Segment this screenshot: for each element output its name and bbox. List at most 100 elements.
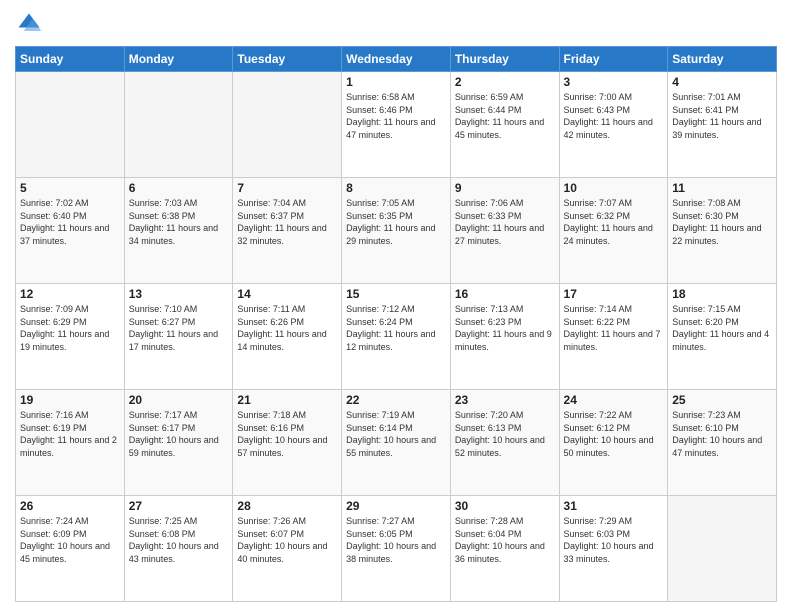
day-number: 8 [346, 181, 446, 195]
day-info: Sunrise: 7:09 AMSunset: 6:29 PMDaylight:… [20, 303, 120, 353]
day-info: Sunrise: 7:01 AMSunset: 6:41 PMDaylight:… [672, 91, 772, 141]
calendar-cell: 30 Sunrise: 7:28 AMSunset: 6:04 PMDayligh… [450, 496, 559, 602]
day-number: 31 [564, 499, 664, 513]
day-info: Sunrise: 6:58 AMSunset: 6:46 PMDaylight:… [346, 91, 446, 141]
calendar-cell: 17Sunrise: 7:14 AMSunset: 6:22 PMDayligh… [559, 284, 668, 390]
calendar-cell: 18 Sunrise: 7:15 AMSunset: 6:20 PMDayligh… [668, 284, 777, 390]
day-info: Sunrise: 7:02 AMSunset: 6:40 PMDaylight:… [20, 197, 120, 247]
logo [15, 10, 45, 38]
day-number: 22 [346, 393, 446, 407]
day-number: 5 [20, 181, 120, 195]
day-info: Sunrise: 7:08 AMSunset: 6:30 PMDaylight:… [672, 197, 772, 247]
day-number: 25 [672, 393, 772, 407]
calendar-cell: 11 Sunrise: 7:08 AMSunset: 6:30 PMDayligh… [668, 178, 777, 284]
day-info: Sunrise: 7:18 AMSunset: 6:16 PMDaylight:… [237, 409, 337, 459]
day-number: 27 [129, 499, 229, 513]
calendar-cell [124, 72, 233, 178]
day-number: 9 [455, 181, 555, 195]
day-number: 26 [20, 499, 120, 513]
calendar-cell: 10 Sunrise: 7:07 AMSunset: 6:32 PMDayligh… [559, 178, 668, 284]
day-number: 19 [20, 393, 120, 407]
day-info: Sunrise: 7:17 AMSunset: 6:17 PMDaylight:… [129, 409, 229, 459]
day-info: Sunrise: 7:07 AMSunset: 6:32 PMDaylight:… [564, 197, 664, 247]
calendar-cell: 1 Sunrise: 6:58 AMSunset: 6:46 PMDaylight… [342, 72, 451, 178]
calendar-week-3: 19 Sunrise: 7:16 AMSunset: 6:19 PMDayligh… [16, 390, 777, 496]
calendar-cell [16, 72, 125, 178]
day-header-tuesday: Tuesday [233, 47, 342, 72]
calendar-cell: 12Sunrise: 7:09 AMSunset: 6:29 PMDayligh… [16, 284, 125, 390]
day-info: Sunrise: 7:29 AMSunset: 6:03 PMDaylight:… [564, 515, 664, 565]
day-info: Sunrise: 7:11 AMSunset: 6:26 PMDaylight:… [237, 303, 337, 353]
day-info: Sunrise: 7:04 AMSunset: 6:37 PMDaylight:… [237, 197, 337, 247]
day-number: 23 [455, 393, 555, 407]
day-info: Sunrise: 7:19 AMSunset: 6:14 PMDaylight:… [346, 409, 446, 459]
calendar-cell: 27 Sunrise: 7:25 AMSunset: 6:08 PMDayligh… [124, 496, 233, 602]
day-info: Sunrise: 7:15 AMSunset: 6:20 PMDaylight:… [672, 303, 772, 353]
day-info: Sunrise: 7:05 AMSunset: 6:35 PMDaylight:… [346, 197, 446, 247]
calendar-cell: 5 Sunrise: 7:02 AMSunset: 6:40 PMDaylight… [16, 178, 125, 284]
day-info: Sunrise: 7:27 AMSunset: 6:05 PMDaylight:… [346, 515, 446, 565]
day-info: Sunrise: 7:03 AMSunset: 6:38 PMDaylight:… [129, 197, 229, 247]
calendar-cell: 21 Sunrise: 7:18 AMSunset: 6:16 PMDayligh… [233, 390, 342, 496]
day-number: 24 [564, 393, 664, 407]
day-info: Sunrise: 6:59 AMSunset: 6:44 PMDaylight:… [455, 91, 555, 141]
day-number: 10 [564, 181, 664, 195]
day-number: 11 [672, 181, 772, 195]
day-number: 16 [455, 287, 555, 301]
day-number: 20 [129, 393, 229, 407]
day-info: Sunrise: 7:22 AMSunset: 6:12 PMDaylight:… [564, 409, 664, 459]
day-info: Sunrise: 7:14 AMSunset: 6:22 PMDaylight:… [564, 303, 664, 353]
calendar-cell [668, 496, 777, 602]
calendar-cell: 8 Sunrise: 7:05 AMSunset: 6:35 PMDaylight… [342, 178, 451, 284]
calendar-header-row: SundayMondayTuesdayWednesdayThursdayFrid… [16, 47, 777, 72]
calendar-cell: 24 Sunrise: 7:22 AMSunset: 6:12 PMDayligh… [559, 390, 668, 496]
day-info: Sunrise: 7:20 AMSunset: 6:13 PMDaylight:… [455, 409, 555, 459]
calendar-cell: 16 Sunrise: 7:13 AMSunset: 6:23 PMDayligh… [450, 284, 559, 390]
calendar-cell: 26Sunrise: 7:24 AMSunset: 6:09 PMDayligh… [16, 496, 125, 602]
calendar-cell: 3 Sunrise: 7:00 AMSunset: 6:43 PMDaylight… [559, 72, 668, 178]
day-number: 21 [237, 393, 337, 407]
day-number: 2 [455, 75, 555, 89]
day-number: 4 [672, 75, 772, 89]
calendar-cell: 25 Sunrise: 7:23 AMSunset: 6:10 PMDayligh… [668, 390, 777, 496]
calendar-cell: 9 Sunrise: 7:06 AMSunset: 6:33 PMDaylight… [450, 178, 559, 284]
calendar-week-0: 1 Sunrise: 6:58 AMSunset: 6:46 PMDaylight… [16, 72, 777, 178]
day-number: 6 [129, 181, 229, 195]
day-info: Sunrise: 7:12 AMSunset: 6:24 PMDaylight:… [346, 303, 446, 353]
day-header-sunday: Sunday [16, 47, 125, 72]
calendar-cell: 20 Sunrise: 7:17 AMSunset: 6:17 PMDayligh… [124, 390, 233, 496]
day-info: Sunrise: 7:16 AMSunset: 6:19 PMDaylight:… [20, 409, 120, 459]
calendar-cell: 7 Sunrise: 7:04 AMSunset: 6:37 PMDaylight… [233, 178, 342, 284]
day-info: Sunrise: 7:23 AMSunset: 6:10 PMDaylight:… [672, 409, 772, 459]
calendar-cell: 15 Sunrise: 7:12 AMSunset: 6:24 PMDayligh… [342, 284, 451, 390]
day-number: 30 [455, 499, 555, 513]
calendar-cell: 4 Sunrise: 7:01 AMSunset: 6:41 PMDaylight… [668, 72, 777, 178]
day-number: 28 [237, 499, 337, 513]
day-header-wednesday: Wednesday [342, 47, 451, 72]
calendar-cell: 6 Sunrise: 7:03 AMSunset: 6:38 PMDaylight… [124, 178, 233, 284]
day-info: Sunrise: 7:13 AMSunset: 6:23 PMDaylight:… [455, 303, 555, 353]
day-header-thursday: Thursday [450, 47, 559, 72]
day-info: Sunrise: 7:06 AMSunset: 6:33 PMDaylight:… [455, 197, 555, 247]
day-info: Sunrise: 7:00 AMSunset: 6:43 PMDaylight:… [564, 91, 664, 141]
calendar-week-4: 26Sunrise: 7:24 AMSunset: 6:09 PMDayligh… [16, 496, 777, 602]
day-number: 15 [346, 287, 446, 301]
day-info: Sunrise: 7:28 AMSunset: 6:04 PMDaylight:… [455, 515, 555, 565]
day-info: Sunrise: 7:25 AMSunset: 6:08 PMDaylight:… [129, 515, 229, 565]
day-header-friday: Friday [559, 47, 668, 72]
day-number: 7 [237, 181, 337, 195]
calendar-cell: 31 Sunrise: 7:29 AMSunset: 6:03 PMDayligh… [559, 496, 668, 602]
day-number: 18 [672, 287, 772, 301]
day-number: 1 [346, 75, 446, 89]
calendar-cell: 22 Sunrise: 7:19 AMSunset: 6:14 PMDayligh… [342, 390, 451, 496]
page: SundayMondayTuesdayWednesdayThursdayFrid… [0, 0, 792, 612]
logo-icon [15, 10, 43, 38]
day-header-saturday: Saturday [668, 47, 777, 72]
calendar-cell: 19 Sunrise: 7:16 AMSunset: 6:19 PMDayligh… [16, 390, 125, 496]
calendar-cell: 13Sunrise: 7:10 AMSunset: 6:27 PMDayligh… [124, 284, 233, 390]
calendar-cell: 28 Sunrise: 7:26 AMSunset: 6:07 PMDayligh… [233, 496, 342, 602]
calendar-cell: 14Sunrise: 7:11 AMSunset: 6:26 PMDayligh… [233, 284, 342, 390]
day-number: 3 [564, 75, 664, 89]
day-info: Sunrise: 7:26 AMSunset: 6:07 PMDaylight:… [237, 515, 337, 565]
day-number: 13 [129, 287, 229, 301]
